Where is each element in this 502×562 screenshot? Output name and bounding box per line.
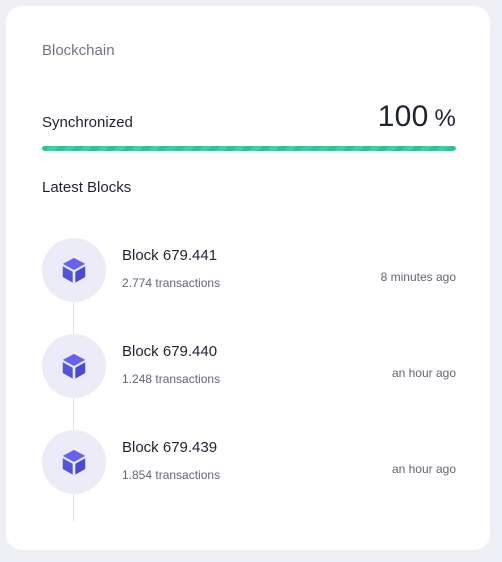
latest-blocks-title: Latest Blocks <box>42 179 132 196</box>
block-name: Block 679.440 <box>122 343 218 360</box>
block-transactions: 1.248 transactions <box>122 372 221 386</box>
block-time: an hour ago <box>391 366 456 380</box>
block-avatar <box>42 238 106 302</box>
block-transactions: 2.774 transactions <box>122 276 221 290</box>
cube-icon <box>62 353 86 379</box>
block-name: Block 679.441 <box>122 247 218 264</box>
block-avatar <box>42 430 106 494</box>
cube-icon <box>62 449 86 475</box>
blockchain-card: Blockchain Synchronized 100% Latest Bloc… <box>6 6 490 550</box>
sync-progress-fill <box>42 146 456 151</box>
block-avatar <box>42 334 106 398</box>
block-transactions: 1.854 transactions <box>122 468 221 482</box>
cube-icon <box>62 257 86 283</box>
sync-value: 100% <box>378 100 456 134</box>
sync-label: Synchronized <box>42 114 133 131</box>
sync-progress-bar <box>42 146 456 151</box>
block-list-item[interactable]: Block 679.440 1.248 transactions an hour… <box>42 334 456 400</box>
block-list-item[interactable]: Block 679.439 1.854 transactions an hour… <box>42 430 456 496</box>
block-time: 8 minutes ago <box>380 270 456 284</box>
card-title: Blockchain <box>42 42 115 59</box>
sync-percent-value: 100 <box>377 100 429 133</box>
block-name: Block 679.439 <box>122 439 218 456</box>
block-list-item[interactable]: Block 679.441 2.774 transactions 8 minut… <box>42 238 456 304</box>
block-time: an hour ago <box>391 462 456 476</box>
sync-percent-unit: % <box>434 105 456 132</box>
